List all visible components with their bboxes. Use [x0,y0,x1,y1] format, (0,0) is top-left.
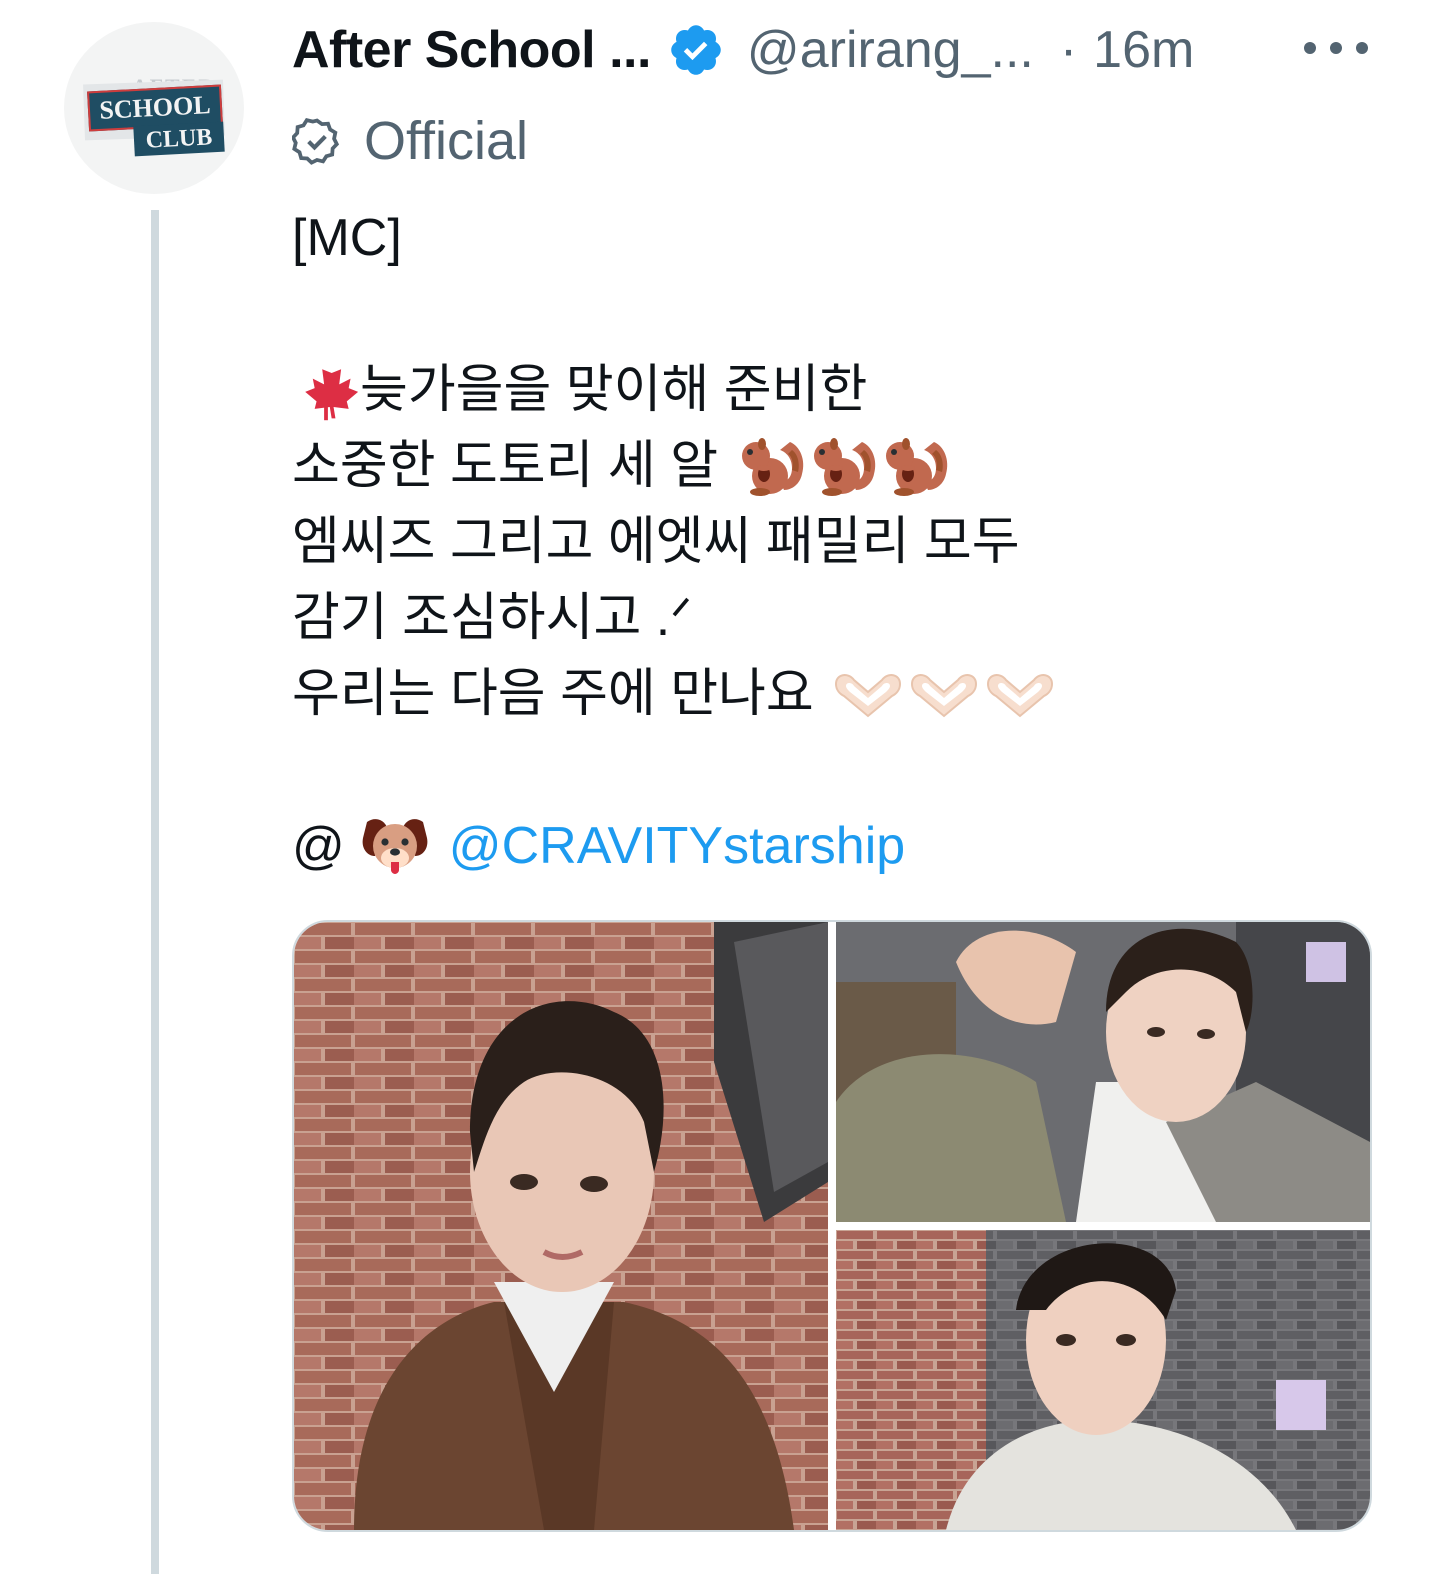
heart-hands-emoji [910,674,977,718]
tweet-line: @ @CRAVITYstarship [292,808,1352,884]
more-dot [1330,42,1342,54]
dog-face-emoji [362,819,428,874]
chipmunk-emoji [886,438,948,496]
tweet-line-text: 우리는 다음 주에 만나요 [292,665,814,723]
tweet-line: [MC] [292,209,402,267]
media-grid [292,920,1372,1532]
thread-connector-line [151,210,159,1574]
photo-1[interactable] [294,922,828,1530]
display-name[interactable]: After School ... [292,20,651,80]
header-separator: · [1059,21,1078,79]
official-label: Official [292,106,528,176]
avatar-text-club: CLUB [133,121,225,157]
heart-hands-emoji [834,674,901,718]
more-options-icon[interactable] [1304,26,1368,70]
account-avatar[interactable]: AFTER SCHOOL CLUB [64,22,244,194]
tweet-line: 소중한 도토리 세 알 [292,428,1352,504]
tweet-timestamp[interactable]: 16m [1093,20,1194,80]
photo-3-image [836,1230,1370,1530]
more-dot [1356,42,1368,54]
photo-2-image [836,922,1370,1222]
account-handle[interactable]: @arirang_... [747,20,1034,80]
tweet-line: 우리는 다음 주에 만나요 [292,656,1352,732]
photo-1-image [294,922,828,1530]
tweet-line: 엠씨즈 그리고 에엣씨 패밀리 모두 [292,513,1020,571]
heart-hands-emoji [986,674,1053,718]
photo-3[interactable] [836,1230,1370,1530]
maple-leaf-emoji [305,359,359,421]
chipmunk-emoji [814,438,876,496]
mention-prefix: @ [292,817,345,875]
more-dot [1304,42,1316,54]
tweet-line-text: 늦가을을 맞이해 준비한 [360,361,868,419]
tweet-line-text: 소중한 도토리 세 알 [292,437,719,495]
tweet-line: 늦가을을 맞이해 준비한 [292,352,1352,428]
mention-link[interactable]: @CRAVITYstarship [449,808,905,884]
chipmunk-emoji [742,438,804,496]
verified-badge-icon[interactable] [667,21,725,79]
tweet-body: [MC] 늦가을을 맞이해 준비한 소중한 도토리 세 알 엠씨즈 그리고 에엣… [292,200,1352,884]
photo-2[interactable] [836,922,1370,1222]
tweet-line: 감기 조심하시고 .ᐟ [292,589,693,647]
tweet-header: After School ... @arirang_... · 16m [292,18,1392,82]
official-label-text: Official [364,111,529,171]
official-badge-icon [292,118,340,165]
